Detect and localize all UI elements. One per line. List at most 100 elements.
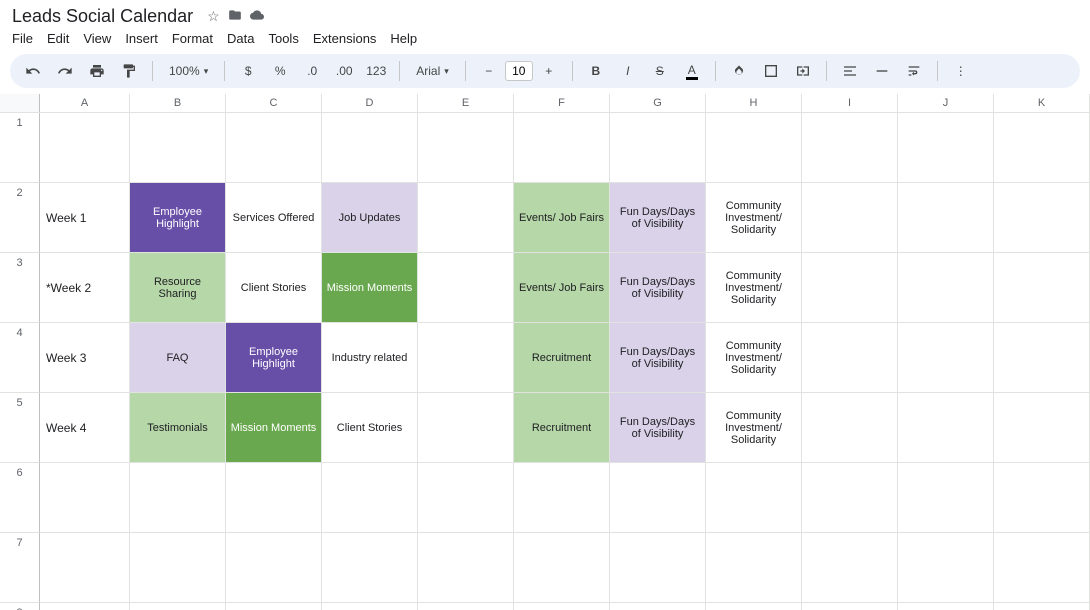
- valign-button[interactable]: [869, 58, 895, 84]
- empty-cell[interactable]: [898, 533, 994, 603]
- col-header[interactable]: A: [40, 94, 130, 112]
- row-header[interactable]: 5: [0, 393, 40, 463]
- row-header[interactable]: 1: [0, 113, 40, 183]
- sheet-cell[interactable]: Fun Days/Days of Visibility: [610, 183, 706, 253]
- empty-cell[interactable]: [226, 113, 322, 183]
- select-all-cell[interactable]: [0, 94, 40, 112]
- empty-cell[interactable]: [802, 533, 898, 603]
- row-header[interactable]: 4: [0, 323, 40, 393]
- col-header[interactable]: G: [610, 94, 706, 112]
- sheet-cell[interactable]: Fun Days/Days of Visibility: [610, 393, 706, 463]
- font-select[interactable]: Arial: [410, 58, 455, 84]
- empty-cell[interactable]: [898, 463, 994, 533]
- sheet-cell[interactable]: [898, 393, 994, 463]
- empty-cell[interactable]: [610, 533, 706, 603]
- percent-button[interactable]: %: [267, 58, 293, 84]
- empty-cell[interactable]: [322, 113, 418, 183]
- sheet-cell[interactable]: Industry related: [322, 323, 418, 393]
- sheet-cell[interactable]: Employee Highlight: [130, 183, 226, 253]
- empty-cell[interactable]: [802, 113, 898, 183]
- empty-cell[interactable]: [802, 603, 898, 610]
- empty-cell[interactable]: [994, 113, 1090, 183]
- row-header[interactable]: 3: [0, 253, 40, 323]
- empty-cell[interactable]: [40, 463, 130, 533]
- menu-extensions[interactable]: Extensions: [313, 31, 377, 46]
- sheet-cell[interactable]: [994, 183, 1090, 253]
- empty-cell[interactable]: [322, 533, 418, 603]
- empty-cell[interactable]: [40, 603, 130, 610]
- col-header[interactable]: F: [514, 94, 610, 112]
- menu-help[interactable]: Help: [390, 31, 417, 46]
- empty-cell[interactable]: [706, 113, 802, 183]
- sheet-cell[interactable]: [898, 183, 994, 253]
- currency-button[interactable]: $: [235, 58, 261, 84]
- more-toolbar-button[interactable]: ⋮: [948, 58, 974, 84]
- empty-cell[interactable]: [130, 603, 226, 610]
- col-header[interactable]: I: [802, 94, 898, 112]
- wrap-button[interactable]: [901, 58, 927, 84]
- undo-button[interactable]: [20, 58, 46, 84]
- empty-cell[interactable]: [610, 603, 706, 610]
- sheet-cell[interactable]: Events/ Job Fairs: [514, 253, 610, 323]
- decrease-decimal-button[interactable]: .0: [299, 58, 325, 84]
- sheet-cell[interactable]: Community Investment/ Solidarity: [706, 183, 802, 253]
- row-header[interactable]: 6: [0, 463, 40, 533]
- empty-cell[interactable]: [418, 533, 514, 603]
- sheet-cell[interactable]: [898, 323, 994, 393]
- menu-edit[interactable]: Edit: [47, 31, 69, 46]
- sheet-cell[interactable]: Recruitment: [514, 393, 610, 463]
- col-header[interactable]: C: [226, 94, 322, 112]
- paint-format-button[interactable]: [116, 58, 142, 84]
- empty-cell[interactable]: [610, 113, 706, 183]
- sheet-cell[interactable]: Fun Days/Days of Visibility: [610, 323, 706, 393]
- row-header[interactable]: 8: [0, 603, 40, 610]
- empty-cell[interactable]: [40, 533, 130, 603]
- sheet-cell[interactable]: Fun Days/Days of Visibility: [610, 253, 706, 323]
- empty-cell[interactable]: [898, 113, 994, 183]
- empty-cell[interactable]: [418, 463, 514, 533]
- empty-cell[interactable]: [610, 463, 706, 533]
- week-label[interactable]: Week 4: [40, 393, 130, 463]
- sheet-cell[interactable]: [802, 393, 898, 463]
- sheet-cell[interactable]: Recruitment: [514, 323, 610, 393]
- empty-cell[interactable]: [130, 533, 226, 603]
- sheet-area[interactable]: 12Week 1Employee HighlightServices Offer…: [0, 113, 1090, 610]
- sheet-cell[interactable]: Events/ Job Fairs: [514, 183, 610, 253]
- sheet-cell[interactable]: [994, 323, 1090, 393]
- sheet-cell[interactable]: Client Stories: [322, 393, 418, 463]
- empty-cell[interactable]: [706, 463, 802, 533]
- more-formats-button[interactable]: 123: [363, 58, 389, 84]
- sheet-cell[interactable]: [802, 323, 898, 393]
- sheet-cell[interactable]: Mission Moments: [226, 393, 322, 463]
- sheet-cell[interactable]: [418, 393, 514, 463]
- empty-cell[interactable]: [418, 113, 514, 183]
- sheet-cell[interactable]: [418, 323, 514, 393]
- star-icon[interactable]: ☆: [207, 8, 220, 25]
- sheet-cell[interactable]: [802, 253, 898, 323]
- menu-insert[interactable]: Insert: [125, 31, 158, 46]
- italic-button[interactable]: I: [615, 58, 641, 84]
- col-header[interactable]: B: [130, 94, 226, 112]
- menu-file[interactable]: File: [12, 31, 33, 46]
- move-icon[interactable]: [228, 8, 242, 25]
- col-header[interactable]: D: [322, 94, 418, 112]
- empty-cell[interactable]: [994, 533, 1090, 603]
- empty-cell[interactable]: [226, 463, 322, 533]
- col-header[interactable]: K: [994, 94, 1090, 112]
- empty-cell[interactable]: [418, 603, 514, 610]
- empty-cell[interactable]: [802, 463, 898, 533]
- empty-cell[interactable]: [706, 603, 802, 610]
- empty-cell[interactable]: [514, 533, 610, 603]
- cloud-icon[interactable]: [250, 8, 264, 25]
- sheet-cell[interactable]: Mission Moments: [322, 253, 418, 323]
- borders-button[interactable]: [758, 58, 784, 84]
- sheet-cell[interactable]: [994, 253, 1090, 323]
- sheet-cell[interactable]: [418, 183, 514, 253]
- empty-cell[interactable]: [322, 463, 418, 533]
- menu-tools[interactable]: Tools: [268, 31, 298, 46]
- empty-cell[interactable]: [994, 463, 1090, 533]
- decrease-font-button[interactable]: −: [476, 58, 502, 84]
- sheet-cell[interactable]: Community Investment/ Solidarity: [706, 323, 802, 393]
- empty-cell[interactable]: [898, 603, 994, 610]
- week-label[interactable]: *Week 2: [40, 253, 130, 323]
